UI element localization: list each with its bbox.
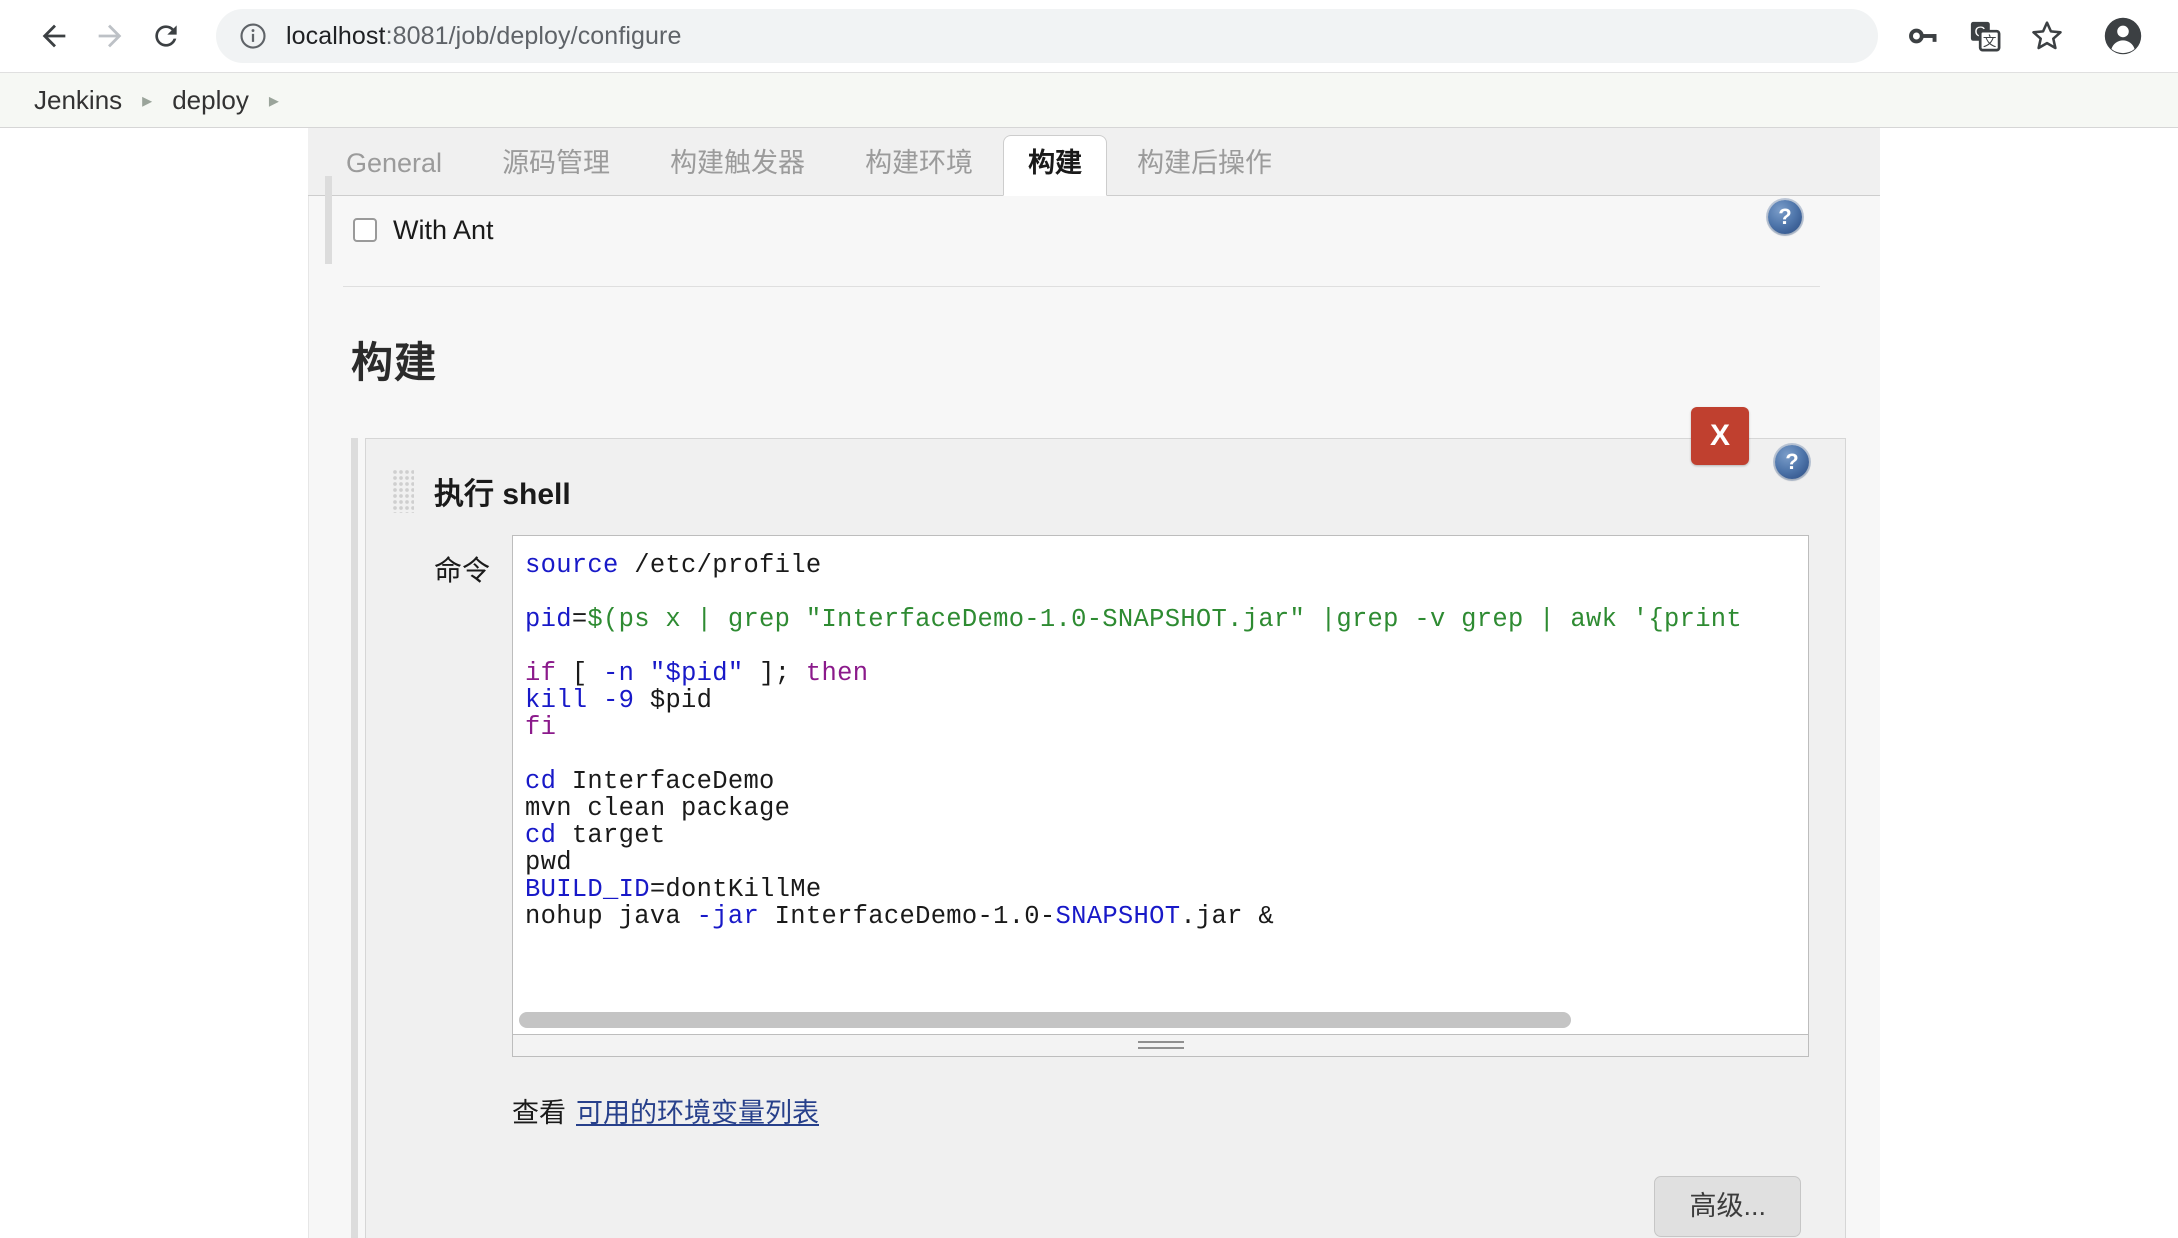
page-title: 构建 (351, 339, 438, 386)
key-icon (1909, 28, 1937, 44)
forward-button[interactable] (82, 8, 138, 64)
textarea-resize-handle[interactable] (512, 1035, 1809, 1057)
google-translate-icon: G 文 (1970, 21, 2001, 52)
tab-build-triggers[interactable]: 构建触发器 (640, 150, 835, 195)
tab-post-build-actions[interactable]: 构建后操作 (1107, 150, 1302, 195)
breadcrumb-item-deploy[interactable]: deploy (160, 85, 261, 116)
with-ant-row: With Ant ? (309, 176, 1880, 264)
breadcrumb-separator: ▸ (268, 89, 279, 112)
tab-build[interactable]: 构建 (1003, 135, 1108, 196)
bookmark-button[interactable] (2018, 7, 2076, 65)
build-step-left-rail (351, 438, 358, 1238)
account-avatar-icon (2104, 17, 2142, 55)
translate-button[interactable]: G 文 (1956, 7, 2014, 65)
url-text: localhost:8081/job/deploy/configure (286, 22, 681, 51)
command-code[interactable]: source /etc/profile pid=$(ps x | grep "I… (513, 536, 1808, 930)
build-step-header: 执行 shell (366, 439, 1845, 535)
tab-source-code-management[interactable]: 源码管理 (472, 150, 640, 195)
execute-shell-step: X ? 执行 shell 命令 source /etc/profile pid=… (365, 407, 1846, 1238)
password-manager-button[interactable] (1894, 7, 1952, 65)
command-label: 命令 (433, 555, 490, 586)
build-step-title: 执行 shell (434, 478, 571, 511)
tab-build-environment[interactable]: 构建环境 (835, 150, 1003, 195)
drag-handle-icon[interactable] (392, 469, 414, 513)
breadcrumb-separator: ▸ (142, 89, 153, 112)
left-gutter (0, 128, 308, 1238)
resize-grip-icon (1137, 1041, 1184, 1050)
address-bar[interactable]: localhost:8081/job/deploy/configure (216, 9, 1878, 63)
env-variables-hint: 查看 可用的环境变量列表 (366, 1057, 1845, 1130)
browser-action-icons: G 文 (1894, 7, 2152, 65)
section-left-rail (325, 176, 332, 264)
available-env-variables-link[interactable]: 可用的环境变量列表 (576, 1098, 819, 1128)
command-field-row: 命令 source /etc/profile pid=$(ps x | grep… (366, 535, 1845, 1057)
svg-text:文: 文 (1983, 34, 1997, 49)
advanced-button-row: 高级... (366, 1130, 1845, 1238)
command-textarea[interactable]: source /etc/profile pid=$(ps x | grep "I… (512, 535, 1809, 1035)
arrow-right-icon (98, 24, 122, 48)
scrollbar-thumb[interactable] (519, 1012, 1572, 1028)
right-gutter (1880, 128, 2178, 1238)
command-horizontal-scrollbar[interactable] (519, 1012, 1802, 1028)
page-body: General 源码管理 构建触发器 构建环境 构建 构建后操作 With An… (0, 128, 2178, 1238)
help-circle-icon[interactable]: ? (1775, 445, 1809, 479)
breadcrumb-item-jenkins[interactable]: Jenkins (22, 85, 134, 116)
tab-general[interactable]: General (316, 150, 472, 195)
config-form-panel: With Ant ? 构建 X ? 执行 shell 命令 source /et… (308, 176, 1880, 1238)
with-ant-label: With Ant (393, 214, 494, 245)
build-step-wrapper: X ? 执行 shell 命令 source /etc/profile pid=… (351, 407, 1846, 1238)
url-host: localhost (286, 21, 386, 50)
command-input-wrapper: source /etc/profile pid=$(ps x | grep "I… (512, 535, 1845, 1057)
config-tab-bar: General 源码管理 构建触发器 构建环境 构建 构建后操作 (308, 128, 1880, 196)
with-ant-checkbox[interactable] (353, 218, 377, 242)
help-circle-icon[interactable]: ? (1768, 200, 1802, 234)
info-circle-icon[interactable] (238, 21, 268, 51)
arrow-left-icon (42, 24, 66, 48)
profile-button[interactable] (2094, 7, 2152, 65)
reload-button[interactable] (138, 8, 194, 64)
advanced-button[interactable]: 高级... (1654, 1176, 1801, 1237)
env-hint-prefix: 查看 (512, 1098, 566, 1128)
back-button[interactable] (26, 8, 82, 64)
star-icon (2032, 21, 2062, 50)
delete-build-step-button[interactable]: X (1691, 407, 1749, 465)
breadcrumb: Jenkins ▸ deploy ▸ (0, 72, 2178, 128)
browser-toolbar: localhost:8081/job/deploy/configure G 文 (0, 0, 2178, 72)
url-path: :8081/job/deploy/configure (385, 21, 682, 50)
reload-icon (155, 25, 177, 47)
